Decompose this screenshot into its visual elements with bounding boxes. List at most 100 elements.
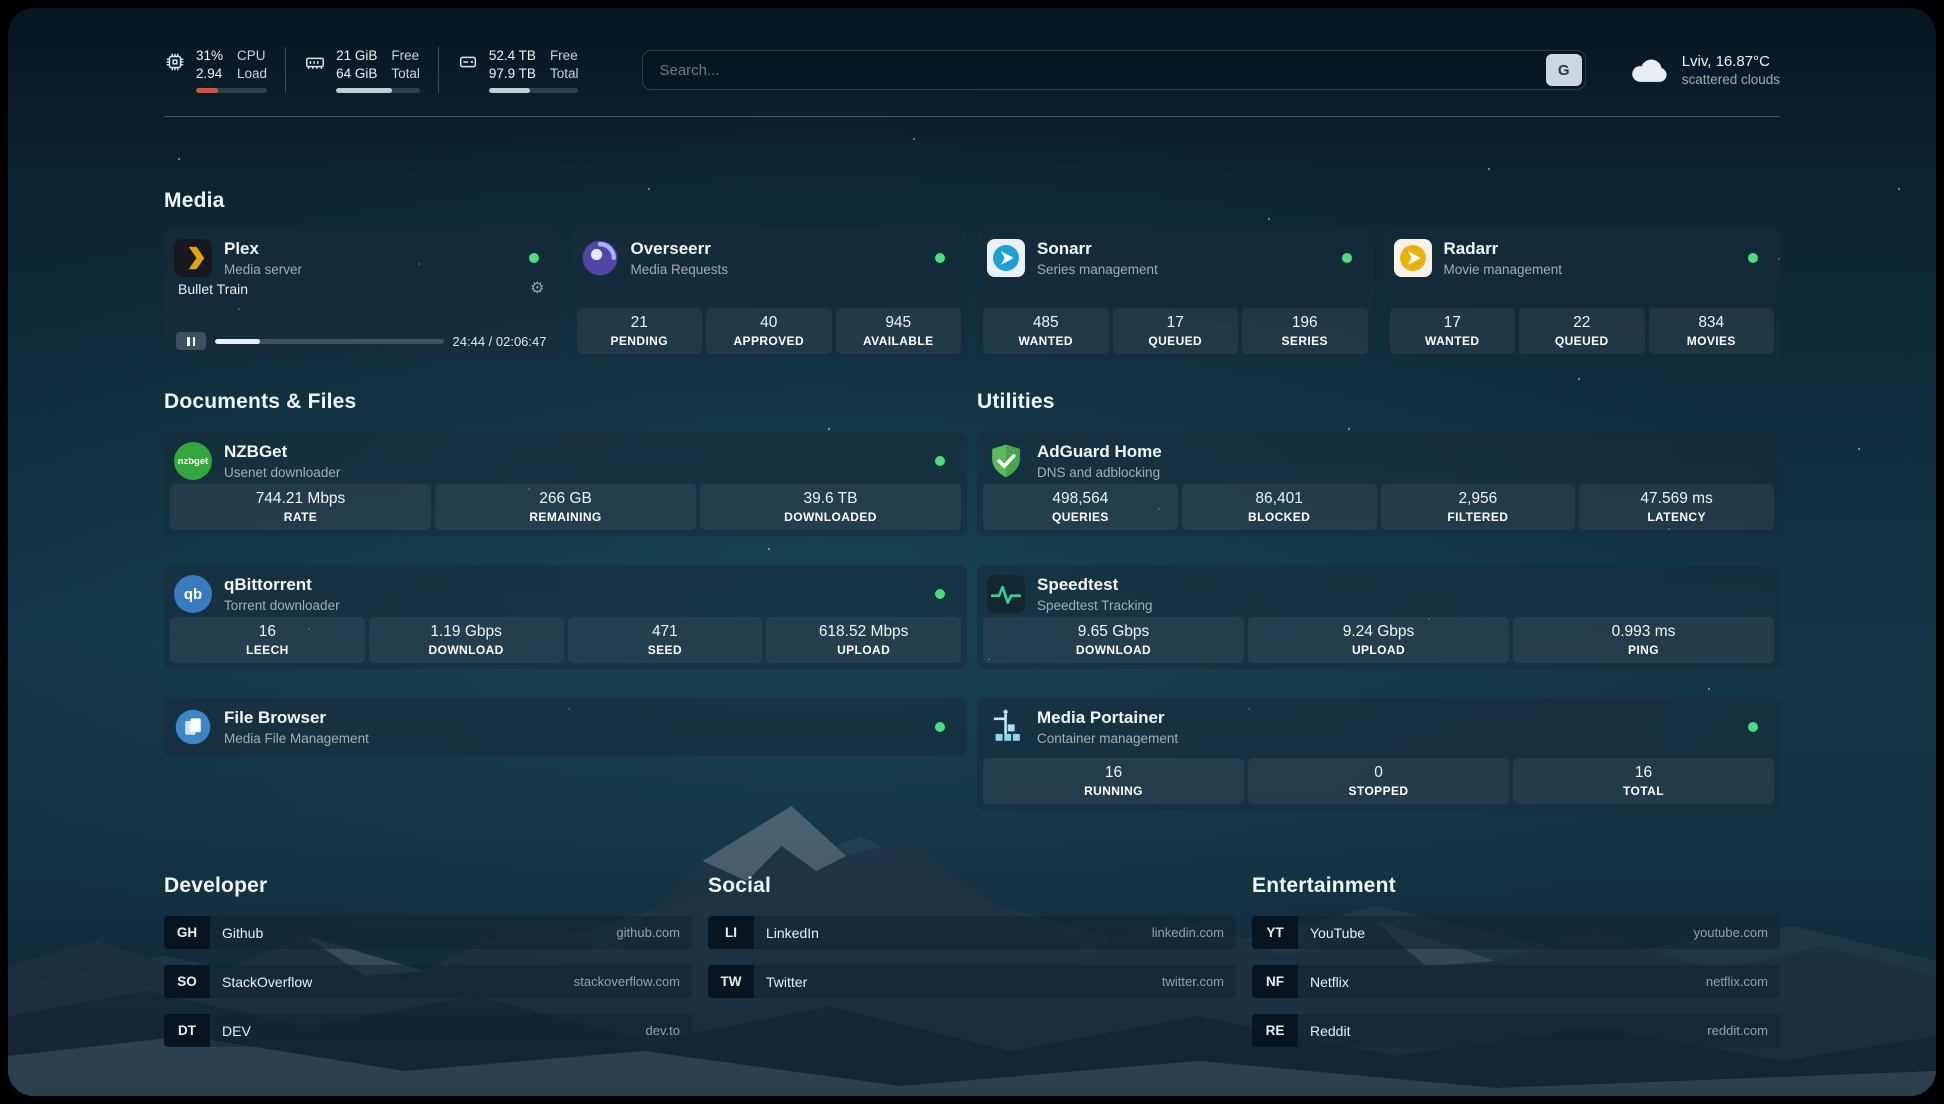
bookmark-group-social: Social LI LinkedIn linkedin.com TW Twitt…	[708, 874, 1236, 1047]
bookmark-stackoverflow[interactable]: SO StackOverflow stackoverflow.com	[164, 965, 692, 998]
filebrowser-icon	[174, 708, 212, 746]
bookmark-name: Netflix	[1310, 974, 1349, 990]
bookmark-group-entertainment: Entertainment YT YouTube youtube.com NF …	[1252, 874, 1780, 1047]
bookmark-netflix[interactable]: NF Netflix netflix.com	[1252, 965, 1780, 998]
service-card-qbittorrent[interactable]: qb qBittorrent Torrent downloader 16 LEE…	[164, 565, 967, 669]
stat-leech: 16 LEECH	[170, 617, 365, 663]
overseerr-icon	[581, 239, 619, 277]
stat-value: 485	[1033, 314, 1059, 332]
gear-icon[interactable]: ⚙	[530, 281, 544, 297]
stat-value: 40	[760, 314, 777, 332]
stat-value: 16	[1635, 764, 1652, 782]
stat-remaining: 266 GB REMAINING	[435, 484, 696, 530]
service-name: NZBGet	[224, 442, 340, 462]
qbittorrent-icon: qb	[174, 575, 212, 613]
stat-queries: 498,564 QUERIES	[983, 484, 1178, 530]
plex-icon	[174, 239, 212, 277]
resource-widgets: 31%2.94 CPULoad	[164, 47, 596, 92]
service-card-portainer[interactable]: Media Portainer Container management 16 …	[977, 698, 1780, 810]
playback-time: 24:44 / 02:06:47	[453, 334, 547, 349]
section-title-entertainment: Entertainment	[1252, 874, 1780, 898]
stat-wanted: 17 WANTED	[1390, 308, 1516, 354]
status-dot	[1748, 253, 1758, 263]
stat-value: 9.65 Gbps	[1078, 623, 1150, 641]
bookmark-url: twitter.com	[1162, 974, 1224, 989]
bookmark-github[interactable]: GH Github github.com	[164, 916, 692, 949]
stat-value: 17	[1444, 314, 1461, 332]
stat-label: AVAILABLE	[863, 334, 934, 348]
topbar: 31%2.94 CPULoad	[164, 38, 1780, 102]
service-card-nzbget[interactable]: nzbget NZBGet Usenet downloader 744.21 M…	[164, 432, 967, 536]
status-dot	[1748, 722, 1758, 732]
stat-value: 86,401	[1255, 490, 1302, 508]
service-card-filebrowser[interactable]: File Browser Media File Management	[164, 698, 967, 756]
service-card-speedtest[interactable]: Speedtest Speedtest Tracking 9.65 Gbps D…	[977, 565, 1780, 669]
service-name: File Browser	[224, 708, 369, 728]
service-card-overseerr[interactable]: Overseerr Media Requests 21 PENDING 40 A…	[571, 229, 968, 360]
stat-movies: 834 MOVIES	[1649, 308, 1775, 354]
stat-upload: 9.24 Gbps UPLOAD	[1248, 617, 1509, 663]
snow-particles	[8, 8, 10, 10]
stat-available: 945 AVAILABLE	[836, 308, 962, 354]
stat-value: 1.19 Gbps	[430, 623, 502, 641]
bookmark-group-developer: Developer GH Github github.com SO StackO…	[164, 874, 692, 1047]
disk-icon	[457, 51, 479, 73]
bookmark-url: stackoverflow.com	[574, 974, 680, 989]
bookmark-abbr: YT	[1252, 916, 1298, 949]
stat-label: STOPPED	[1349, 784, 1409, 798]
stat-label: PING	[1628, 643, 1659, 657]
stat-value: 266 GB	[539, 490, 592, 508]
stat-running: 16 RUNNING	[983, 758, 1244, 804]
status-dot	[1342, 253, 1352, 263]
search-provider-button[interactable]: G	[1546, 54, 1582, 86]
stat-label: LATENCY	[1647, 510, 1706, 524]
memory-labels: FreeTotal	[391, 47, 420, 82]
section-title-media: Media	[164, 189, 1780, 213]
search-input[interactable]	[646, 62, 1545, 79]
service-name: Sonarr	[1037, 239, 1158, 259]
stat-label: MOVIES	[1687, 334, 1736, 348]
stat-value: 22	[1573, 314, 1590, 332]
bookmark-reddit[interactable]: RE Reddit reddit.com	[1252, 1014, 1780, 1047]
bookmark-abbr: DT	[164, 1014, 210, 1047]
stat-value: 47.569 ms	[1640, 490, 1712, 508]
service-card-sonarr[interactable]: Sonarr Series management 485 WANTED 17 Q…	[977, 229, 1374, 360]
stat-value: 16	[259, 623, 276, 641]
stat-queued: 22 QUEUED	[1519, 308, 1645, 354]
playback-progress-bar[interactable]	[215, 339, 444, 344]
pause-button[interactable]	[176, 332, 206, 350]
section-title-documents: Documents & Files	[164, 390, 967, 414]
stat-label: DOWNLOADED	[784, 510, 877, 524]
service-name: AdGuard Home	[1037, 442, 1162, 462]
memory-widget: 21 GiB64 GiB FreeTotal	[285, 47, 438, 92]
section-utilities: Utilities AdGuard Home DNS and adblockin…	[977, 390, 1780, 810]
stat-label: TOTAL	[1623, 784, 1664, 798]
bookmark-name: Github	[222, 925, 263, 941]
bookmark-youtube[interactable]: YT YouTube youtube.com	[1252, 916, 1780, 949]
status-dot	[935, 253, 945, 263]
bookmark-url: youtube.com	[1694, 925, 1768, 940]
service-card-radarr[interactable]: Radarr Movie management 17 WANTED 22 QUE…	[1384, 229, 1781, 360]
service-card-plex[interactable]: Plex Media server Bullet Train ⚙ 24:44 /…	[164, 229, 561, 360]
section-title-developer: Developer	[164, 874, 692, 898]
bookmark-dev[interactable]: DT DEV dev.to	[164, 1014, 692, 1047]
cpu-widget: 31%2.94 CPULoad	[164, 47, 285, 92]
bookmark-url: linkedin.com	[1152, 925, 1224, 940]
stat-label: QUEUED	[1148, 334, 1202, 348]
bookmark-twitter[interactable]: TW Twitter twitter.com	[708, 965, 1236, 998]
adguard-icon	[987, 442, 1025, 480]
stat-value: 21	[631, 314, 648, 332]
stat-total: 16 TOTAL	[1513, 758, 1774, 804]
service-card-adguard[interactable]: AdGuard Home DNS and adblocking 498,564 …	[977, 432, 1780, 536]
stat-value: 0.993 ms	[1612, 623, 1676, 641]
stat-ping: 0.993 ms PING	[1513, 617, 1774, 663]
weather-condition: scattered clouds	[1682, 72, 1780, 87]
bookmark-linkedin[interactable]: LI LinkedIn linkedin.com	[708, 916, 1236, 949]
portainer-icon	[987, 708, 1025, 746]
stat-value: 16	[1105, 764, 1122, 782]
service-subtitle: Media server	[224, 262, 302, 277]
stat-label: QUEUED	[1555, 334, 1609, 348]
bookmark-name: DEV	[222, 1023, 251, 1039]
disk-usage-bar	[489, 88, 579, 93]
service-subtitle: Series management	[1037, 262, 1158, 277]
